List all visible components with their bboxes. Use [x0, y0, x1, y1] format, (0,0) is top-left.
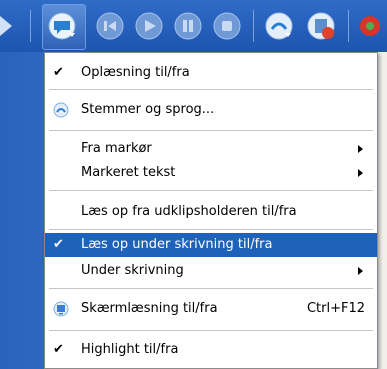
submenu-arrow-icon	[358, 145, 363, 153]
divider	[49, 190, 373, 191]
shortcut-label: Ctrl+F12	[306, 301, 365, 316]
check-icon: ✔	[53, 237, 64, 252]
check-icon: ✔	[53, 342, 64, 357]
menu-item-read-while-typing[interactable]: ✔ Læs op under skrivning til/fra	[45, 233, 377, 257]
divider	[49, 229, 373, 230]
submenu-arrow-icon	[358, 169, 363, 177]
submenu-arrow-icon	[358, 267, 363, 275]
divider	[49, 330, 373, 331]
stop-reading-icon[interactable]	[306, 11, 336, 41]
divider	[49, 288, 373, 289]
pause-icon[interactable]	[173, 11, 203, 41]
voices-icon[interactable]	[264, 11, 294, 41]
menu-item-while-typing[interactable]: Under skrivning	[45, 259, 377, 283]
speak-icon[interactable]	[47, 11, 77, 41]
context-menu: ✔ Oplæsning til/fra Stemmer og sprog... …	[44, 52, 378, 369]
play-icon[interactable]	[134, 11, 164, 41]
divider	[49, 130, 373, 131]
menu-item-read-clipboard[interactable]: Læs op fra udklipsholderen til/fra	[45, 200, 377, 224]
divider	[49, 89, 373, 90]
previous-icon[interactable]	[95, 11, 125, 41]
menu-item-voices-languages[interactable]: Stemmer og sprog...	[45, 98, 377, 122]
partial-right-icon[interactable]	[358, 11, 387, 41]
toolbar	[0, 0, 387, 53]
menu-item-screen-reading[interactable]: Skærmlæsning til/fra Ctrl+F12	[45, 297, 377, 321]
menu-item-toggle-reading[interactable]: ✔ Oplæsning til/fra	[45, 61, 377, 85]
window-background-right	[378, 52, 387, 369]
menu-item-highlight[interactable]: ✔ Highlight til/fra	[45, 338, 377, 362]
partial-left-icon[interactable]	[0, 12, 20, 40]
menu-item-selected-text[interactable]: Markeret tekst	[45, 161, 377, 185]
voices-icon	[53, 102, 69, 118]
window-background	[0, 52, 44, 369]
check-icon: ✔	[53, 65, 64, 80]
menu-item-from-cursor[interactable]: Fra markør	[45, 137, 377, 161]
stop-icon[interactable]	[212, 11, 242, 41]
screen-reader-icon	[53, 301, 69, 317]
